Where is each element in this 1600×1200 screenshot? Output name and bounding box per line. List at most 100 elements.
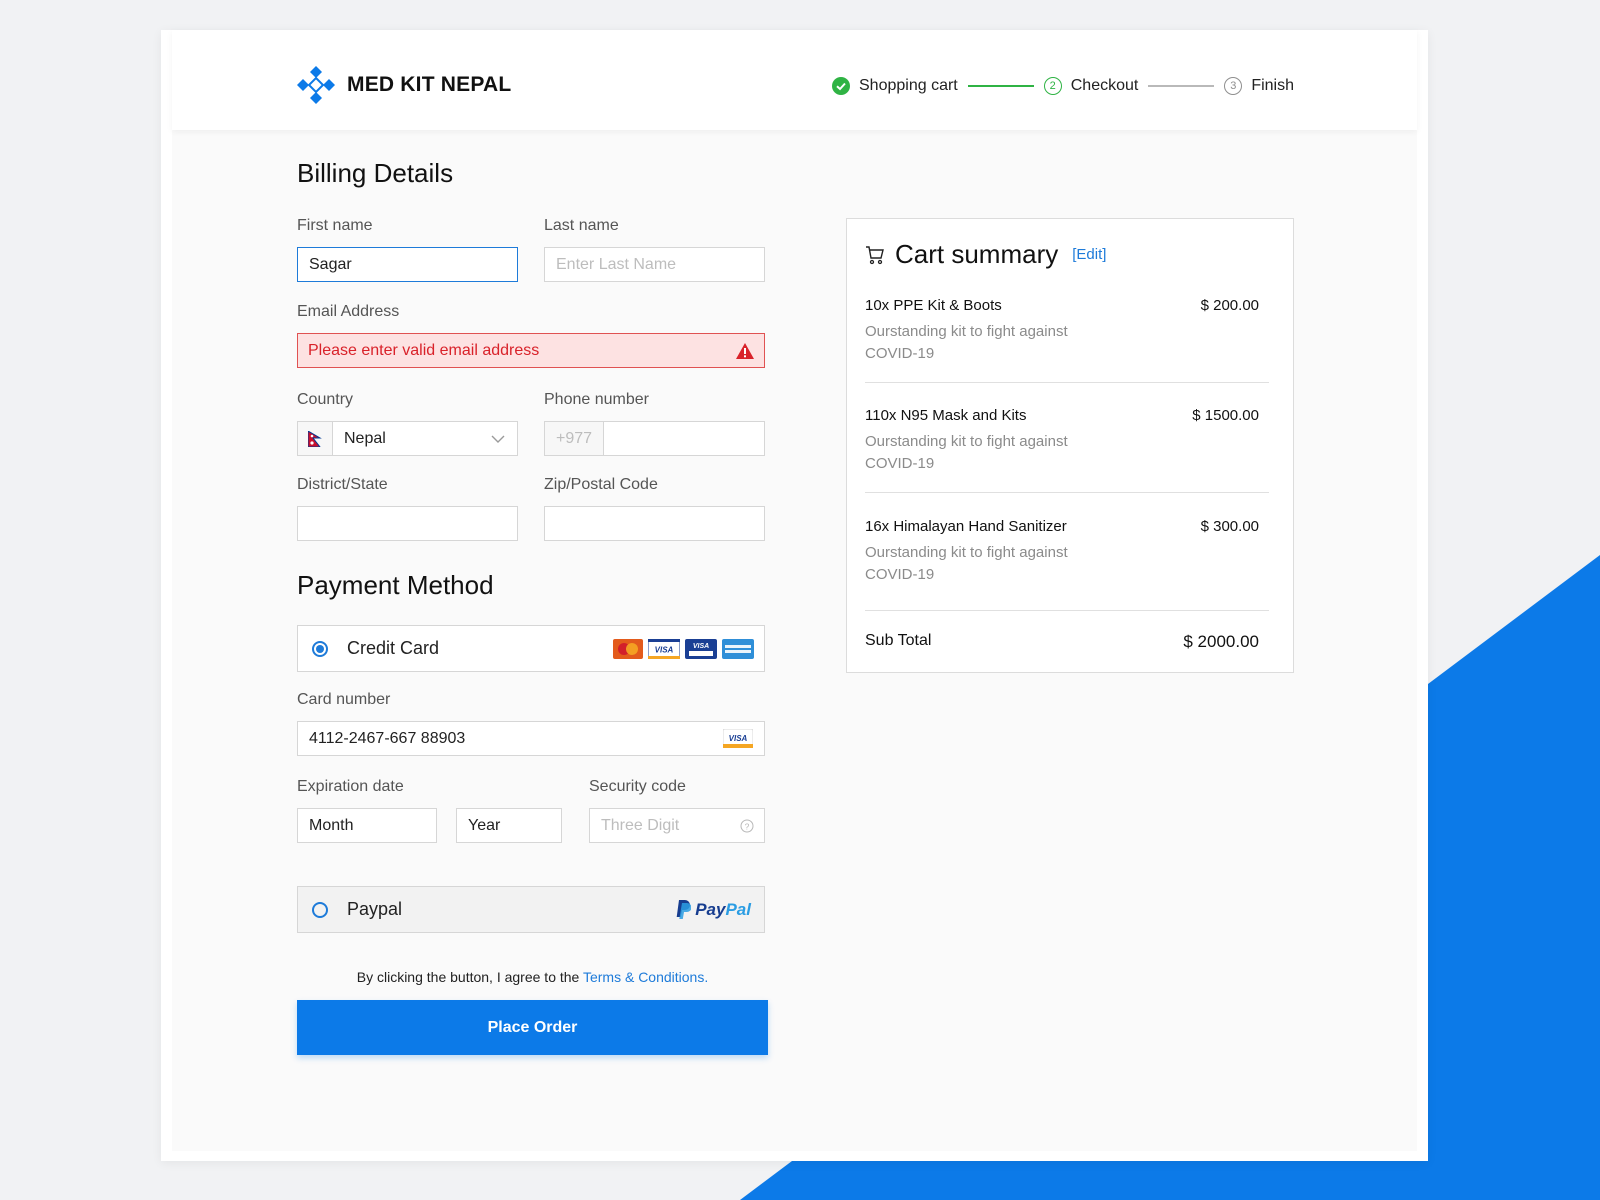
brand-logo[interactable]: MED KIT NEPAL — [297, 66, 511, 104]
divider — [865, 382, 1269, 383]
cart-summary-header: Cart summary [Edit] — [865, 239, 1106, 270]
cart-summary: Cart summary [Edit] 10x PPE Kit & Boots $… — [846, 218, 1294, 673]
last-name-input[interactable]: Enter Last Name — [544, 247, 765, 282]
help-icon[interactable]: ? — [740, 819, 754, 833]
paypal-logo: Pay Pal — [676, 900, 751, 920]
cart-item-name: 110x N95 Mask and Kits — [865, 407, 1027, 424]
card-brand-icons: VISA VISA — [613, 638, 754, 659]
paypal-logo-text-1: Pay — [695, 899, 726, 919]
billing-title: Billing Details — [297, 158, 454, 188]
phone-label: Phone number — [544, 391, 649, 408]
phone-prefix: +977 — [545, 422, 604, 455]
first-name-input[interactable]: Sagar — [297, 247, 518, 282]
terms-prefix: By clicking the button, I agree to the — [356, 969, 583, 985]
terms-text: By clicking the button, I agree to the T… — [297, 969, 768, 985]
expiration-label: Expiration date — [297, 778, 404, 795]
district-label: District/State — [297, 476, 388, 493]
chevron-down-icon — [491, 435, 505, 443]
step-label: Checkout — [1070, 77, 1139, 94]
security-code-input[interactable]: Three Digit ? — [589, 808, 765, 843]
mastercard-icon — [613, 638, 643, 659]
divider — [865, 492, 1269, 493]
svg-text:VISA: VISA — [729, 734, 748, 743]
checkout-content: MED KIT NEPAL Shopping cart 2 Checkout 3… — [172, 30, 1417, 1151]
step-connector — [1148, 85, 1215, 87]
first-name-label: First name — [297, 217, 373, 234]
brand-name: MED KIT NEPAL — [347, 73, 512, 96]
last-name-placeholder: Enter Last Name — [556, 255, 677, 273]
header: MED KIT NEPAL Shopping cart 2 Checkout 3… — [172, 30, 1417, 130]
district-input[interactable] — [297, 506, 518, 541]
last-name-label: Last name — [544, 217, 619, 234]
cart-summary-title: Cart summary — [895, 239, 1059, 269]
brand-diamond-icon — [297, 66, 335, 104]
cart-edit-link[interactable]: [Edit] — [1072, 246, 1106, 263]
cart-icon — [866, 245, 884, 264]
zip-label: Zip/Postal Code — [544, 476, 658, 493]
cart-item: 16x Himalayan Hand Sanitizer $ 300.00 Our… — [865, 518, 1259, 586]
cart-item-name: 16x Himalayan Hand Sanitizer — [865, 518, 1067, 535]
cart-item: 10x PPE Kit & Boots $ 200.00 Ourstanding … — [865, 297, 1259, 365]
cart-item: 110x N95 Mask and Kits $ 1500.00 Ourstand… — [865, 407, 1259, 475]
cart-item-price: $ 300.00 — [1200, 518, 1259, 535]
place-order-button[interactable]: Place Order — [297, 1000, 768, 1055]
step-checkout[interactable]: 2 Checkout — [1043, 77, 1139, 95]
cart-item-desc: Ourstanding kit to fight against COVID-1… — [865, 544, 1068, 583]
cart-item-price: $ 1500.00 — [1192, 407, 1259, 424]
amex-icon — [722, 638, 754, 659]
paypal-p-icon — [676, 900, 692, 919]
cart-item-desc: Ourstanding kit to fight against COVID-1… — [865, 323, 1068, 362]
credit-card-option[interactable]: Credit Card VISA VISA — [297, 625, 765, 672]
svg-text:VISA: VISA — [655, 645, 674, 654]
checkout-steps: Shopping cart 2 Checkout 3 Finish — [832, 77, 1294, 95]
step-number: 3 — [1224, 77, 1243, 95]
email-label: Email Address — [297, 303, 400, 320]
card-number-label: Card number — [297, 691, 391, 708]
check-circle-icon — [832, 77, 850, 95]
svg-text:VISA: VISA — [693, 643, 709, 650]
divider — [865, 610, 1269, 611]
subtotal-value: $ 2000.00 — [1183, 632, 1259, 651]
visa-icon: VISA — [723, 729, 753, 748]
security-code-label: Security code — [589, 778, 686, 795]
expiration-year-input[interactable]: Year — [456, 808, 562, 843]
phone-prefix-text: +977 — [555, 429, 593, 447]
email-error-message: Please enter valid email address — [308, 341, 540, 359]
visa-icon: VISA — [648, 638, 680, 659]
zip-input[interactable] — [544, 506, 765, 541]
step-shopping-cart[interactable]: Shopping cart — [832, 77, 958, 95]
card-number-value: 4112-2467-667 88903 — [309, 729, 466, 747]
step-label: Finish — [1251, 77, 1295, 94]
paypal-label: Paypal — [347, 899, 403, 919]
step-number: 2 — [1043, 77, 1062, 95]
warning-icon — [736, 343, 754, 359]
expiration-month-input[interactable]: Month — [297, 808, 437, 843]
country-value: Nepal — [344, 429, 386, 447]
visa-electron-icon: VISA — [685, 638, 717, 659]
step-finish[interactable]: 3 Finish — [1224, 77, 1294, 95]
paypal-logo-text-2: Pal — [725, 899, 751, 919]
cart-item-price: $ 200.00 — [1200, 297, 1259, 314]
phone-input[interactable]: +977 — [544, 421, 765, 456]
card-number-input[interactable]: 4112-2467-667 88903 VISA — [297, 721, 765, 756]
credit-card-radio[interactable] — [312, 640, 328, 657]
flag-box — [298, 422, 333, 455]
country-label: Country — [297, 391, 354, 408]
subtotal-row: Sub Total $ 2000.00 — [865, 632, 1259, 652]
svg-text:?: ? — [745, 821, 750, 831]
paypal-option[interactable]: Paypal Pay Pal — [297, 886, 765, 933]
paypal-radio[interactable] — [312, 901, 328, 918]
radio-dot — [316, 644, 324, 653]
nepal-flag-icon — [308, 430, 322, 447]
checkout-card: MED KIT NEPAL Shopping cart 2 Checkout 3… — [161, 30, 1428, 1161]
step-connector — [967, 85, 1034, 87]
email-input[interactable]: Please enter valid email address — [297, 333, 765, 368]
country-select[interactable]: Nepal — [297, 421, 518, 456]
step-label: Shopping cart — [859, 77, 958, 94]
cart-item-name: 10x PPE Kit & Boots — [865, 297, 1002, 314]
cart-item-desc: Ourstanding kit to fight against COVID-1… — [865, 433, 1068, 472]
payment-title: Payment Method — [297, 570, 494, 600]
terms-link[interactable]: Terms & Conditions. — [583, 969, 708, 985]
credit-card-label: Credit Card — [347, 638, 440, 658]
subtotal-label: Sub Total — [865, 632, 932, 649]
